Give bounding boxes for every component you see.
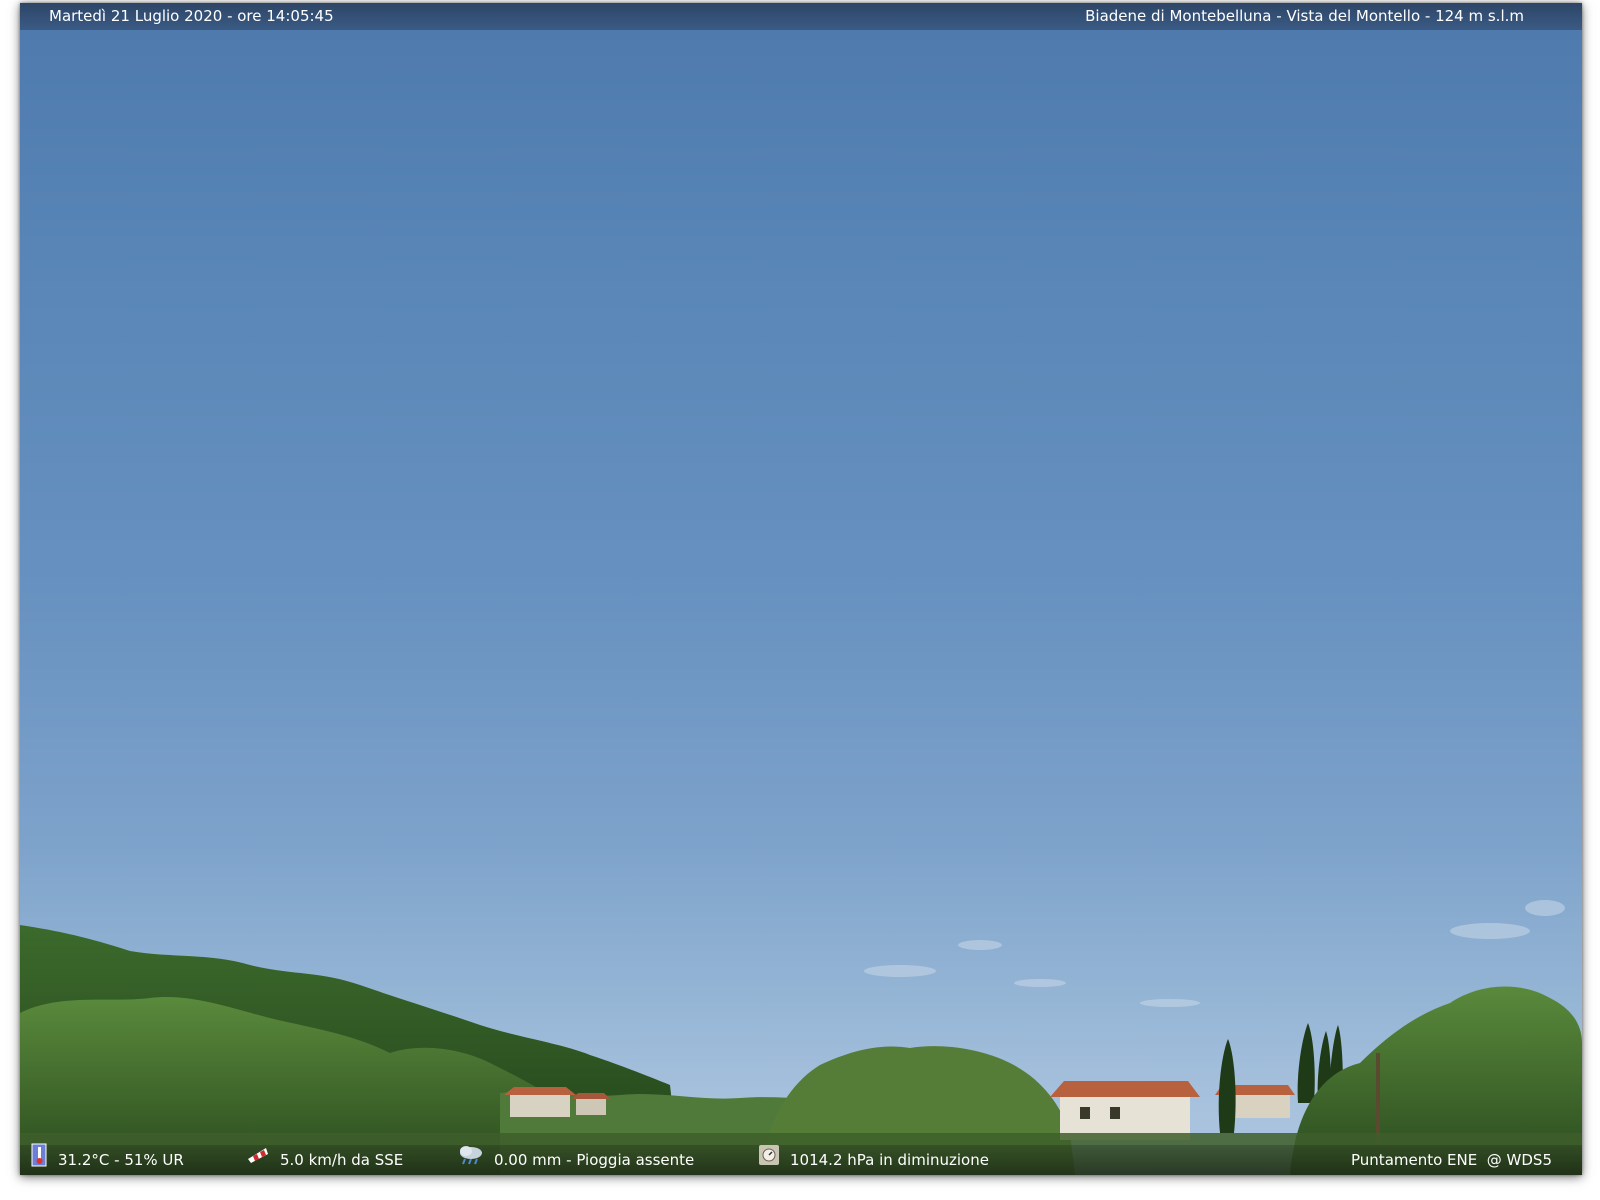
- pointing-value: Puntamento ENE @ WDS5: [1351, 1151, 1552, 1169]
- weather-bar: 31.2°C - 51% UR 5.0 km/h da SSE 0.00 mm …: [20, 1143, 1582, 1175]
- temperature-value: 31.2°C - 51% UR: [58, 1151, 184, 1169]
- rain-cloud-icon: [458, 1144, 484, 1175]
- webcam-frame: Martedì 21 Luglio 2020 - ore 14:05:45 Bi…: [20, 3, 1582, 1175]
- datetime-label: Martedì 21 Luglio 2020 - ore 14:05:45: [49, 7, 334, 25]
- thermometer-icon: [30, 1143, 48, 1175]
- header-bar: Martedì 21 Luglio 2020 - ore 14:05:45 Bi…: [20, 3, 1582, 30]
- clouds: [864, 900, 1565, 1007]
- rain-value: 0.00 mm - Pioggia assente: [494, 1151, 695, 1169]
- barometer-icon: [758, 1144, 780, 1175]
- pressure-item: 1014.2 hPa in diminuzione: [758, 1145, 989, 1175]
- rain-item: 0.00 mm - Pioggia assente: [458, 1145, 694, 1175]
- pointing-item: Puntamento ENE @ WDS5: [1351, 1145, 1552, 1175]
- temperature-item: 31.2°C - 51% UR: [30, 1143, 184, 1175]
- location-label: Biadene di Montebelluna - Vista del Mont…: [1085, 7, 1524, 25]
- pressure-value: 1014.2 hPa in diminuzione: [790, 1151, 989, 1169]
- landscape-scene: [20, 900, 1582, 1175]
- windsock-icon: [246, 1145, 270, 1175]
- house-right: [1050, 1081, 1295, 1140]
- wind-item: 5.0 km/h da SSE: [246, 1145, 403, 1175]
- wind-value: 5.0 km/h da SSE: [280, 1151, 404, 1169]
- utility-pole: [1376, 1053, 1380, 1143]
